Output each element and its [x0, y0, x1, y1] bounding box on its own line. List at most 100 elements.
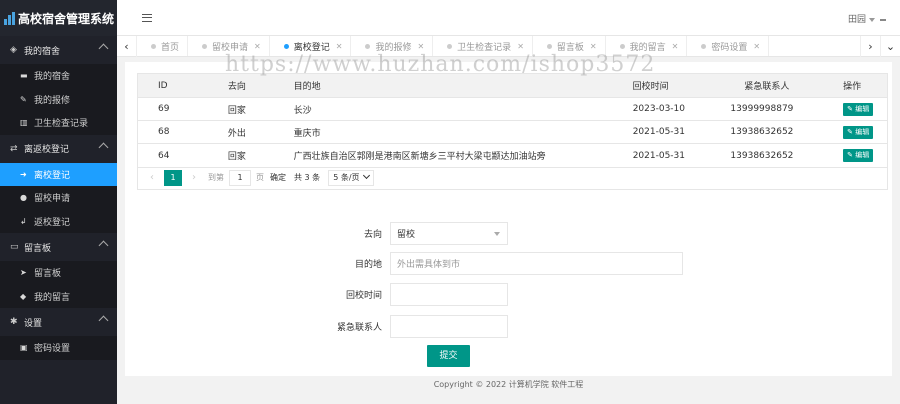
brand: 高校宿舍管理系统 — [0, 0, 117, 36]
user-name: 田园 — [847, 15, 866, 25]
tab-dot-icon — [447, 44, 453, 49]
tab-leave[interactable]: 离校登记 ✕ — [270, 36, 352, 56]
sidebar-group-dorm[interactable]: ◈ 我的宿舍 — [0, 36, 117, 64]
edit-button[interactable]: ✎ 编辑 — [843, 125, 874, 139]
tab-stay[interactable]: 留校申请 ✕ — [188, 36, 270, 56]
return-time-input[interactable] — [390, 283, 508, 306]
chevron-up-icon — [98, 315, 109, 326]
tab-home[interactable]: 首页 — [137, 36, 189, 56]
caret-down-icon — [494, 231, 500, 236]
table-header-row: ID 去向 目的地 回校时间 紧急联系人 操作 — [138, 74, 887, 98]
tab-board[interactable]: 留言板 ✕ — [533, 36, 606, 56]
edit-button[interactable]: ✎ 编辑 — [843, 102, 874, 116]
cell-return-time: 2023-03-10 — [632, 104, 685, 114]
cell-contact: 13999998879 — [730, 104, 794, 114]
lock-icon: ▣ — [20, 343, 28, 353]
chevron-down-icon — [362, 171, 370, 179]
sidebar-item-label: 我的宿舍 — [34, 72, 71, 83]
tab-dot-icon — [283, 44, 289, 49]
cell-direction: 外出 — [227, 128, 246, 139]
globe-icon: ● — [20, 193, 27, 203]
top-header: 田园 — [117, 0, 900, 36]
cell-destination: 重庆市 — [293, 128, 321, 139]
form-row-contact: 紧急联系人 — [320, 315, 508, 338]
cell-direction: 回家 — [227, 105, 246, 116]
sidebar-item-label: 返校登记 — [34, 217, 71, 228]
direction-label: 去向 — [363, 230, 382, 240]
sidebar-item-return[interactable]: ↲ 返校登记 — [0, 210, 117, 234]
tab-my-message[interactable]: 我的留言 ✕ — [606, 36, 688, 56]
sidebar-group-label: 离返校登记 — [24, 145, 70, 155]
sidebar-item-board[interactable]: ➤ 留言板 — [0, 261, 117, 285]
form-row-return-time: 回校时间 — [320, 283, 508, 306]
cell-id: 69 — [158, 104, 170, 114]
close-icon[interactable]: ✕ — [517, 42, 524, 51]
sidebar-item-my-dorm[interactable]: ▬ 我的宿舍 — [0, 64, 117, 88]
sidebar: 高校宿舍管理系统 ◈ 我的宿舍 ▬ 我的宿舍 ✎ 我的报修 ▥ 卫生检查记录 ⇄ 离返… — [0, 0, 117, 404]
sidebar-item-repair[interactable]: ✎ 我的报修 — [0, 88, 117, 112]
sidebar-item-label: 留校申请 — [34, 194, 71, 205]
tab-repair[interactable]: 我的报修 ✕ — [351, 36, 434, 56]
chevron-up-icon — [98, 240, 109, 251]
contact-label: 紧急联系人 — [336, 323, 382, 333]
tab-scroll-right-icon[interactable]: › — [860, 36, 880, 57]
sidebar-item-stay[interactable]: ● 留校申请 — [0, 186, 117, 210]
column-header: 回校时间 — [632, 82, 669, 92]
cell-destination: 长沙 — [293, 105, 312, 116]
close-icon[interactable]: ✕ — [417, 42, 424, 51]
close-icon[interactable]: ✕ — [753, 42, 760, 51]
tab-label: 密码设置 — [711, 43, 748, 53]
tab-label: 卫生检查记录 — [457, 43, 512, 53]
sidebar-item-label: 密码设置 — [34, 344, 71, 355]
close-icon[interactable]: ✕ — [336, 42, 343, 51]
cell-id: 68 — [158, 127, 170, 137]
current-page[interactable]: 1 — [164, 169, 182, 186]
sidebar-group-settings[interactable]: ✱ 设置 — [0, 308, 117, 336]
column-header: 去向 — [227, 82, 246, 92]
destination-input[interactable]: 外出需具体到市 — [390, 252, 683, 275]
user-menu[interactable]: 田园 — [848, 12, 886, 25]
column-header: ID — [158, 80, 168, 91]
close-icon[interactable]: ✕ — [254, 42, 261, 51]
more-icon[interactable] — [880, 18, 886, 21]
sidebar-item-label: 卫生检查记录 — [34, 119, 89, 130]
prev-page-button[interactable]: ‹ — [146, 172, 158, 183]
tab-dot-icon — [701, 44, 707, 49]
sidebar-item-label: 留言板 — [34, 269, 62, 280]
wrench-icon: ✎ — [20, 94, 27, 104]
tab-password[interactable]: 密码设置 ✕ — [687, 36, 770, 56]
bar-chart-icon: ▥ — [20, 118, 28, 128]
column-header: 目的地 — [293, 82, 321, 92]
goto-confirm-button[interactable]: 确定 — [270, 172, 286, 183]
menu-toggle-icon[interactable] — [142, 14, 152, 22]
return-time-label: 回校时间 — [345, 291, 382, 301]
cube-icon: ◈ — [10, 45, 17, 55]
close-icon[interactable]: ✕ — [672, 42, 679, 51]
direction-select[interactable]: 留校 — [390, 222, 508, 245]
contact-input[interactable] — [390, 315, 508, 338]
cell-contact: 13938632652 — [730, 150, 794, 161]
sidebar-item-my-message[interactable]: ◆ 我的留言 — [0, 285, 117, 309]
cell-id: 64 — [158, 150, 170, 161]
edit-label: 编辑 — [855, 151, 870, 159]
form-row-direction: 去向 留校 — [320, 222, 508, 245]
tab-label: 留言板 — [556, 43, 584, 53]
sidebar-group-message[interactable]: ▭ 留言板 — [0, 233, 117, 261]
page-size-select[interactable]: 5 条/页 — [328, 169, 374, 186]
close-icon[interactable]: ✕ — [590, 42, 597, 51]
column-header: 紧急联系人 — [744, 82, 790, 92]
cell-direction: 回家 — [227, 152, 246, 162]
next-page-button[interactable]: › — [188, 172, 200, 183]
page-number-input[interactable]: 1 — [229, 169, 251, 186]
sidebar-item-password[interactable]: ▣ 密码设置 — [0, 336, 117, 360]
sidebar-item-leave[interactable]: ➜ 离校登记 — [0, 162, 117, 186]
tab-bar: ‹ 首页 留校申请 ✕ 离校登记 ✕ 我的报修 ✕ 卫生检查记录 ✕ 留言板 ✕ 我的留言… — [117, 36, 900, 57]
sidebar-group-leave-return[interactable]: ⇄ 离返校登记 — [0, 135, 117, 163]
edit-label: 编辑 — [855, 127, 870, 136]
tab-menu-chevron-down-icon[interactable]: ⌄ — [880, 36, 900, 57]
sidebar-item-hygiene[interactable]: ▥ 卫生检查记录 — [0, 111, 117, 135]
edit-button[interactable]: ✎ 编辑 — [843, 149, 874, 162]
tab-scroll-left-icon[interactable]: ‹ — [117, 36, 137, 57]
tab-hygiene[interactable]: 卫生检查记录 ✕ — [433, 36, 533, 56]
submit-button[interactable]: 提交 — [427, 345, 470, 367]
